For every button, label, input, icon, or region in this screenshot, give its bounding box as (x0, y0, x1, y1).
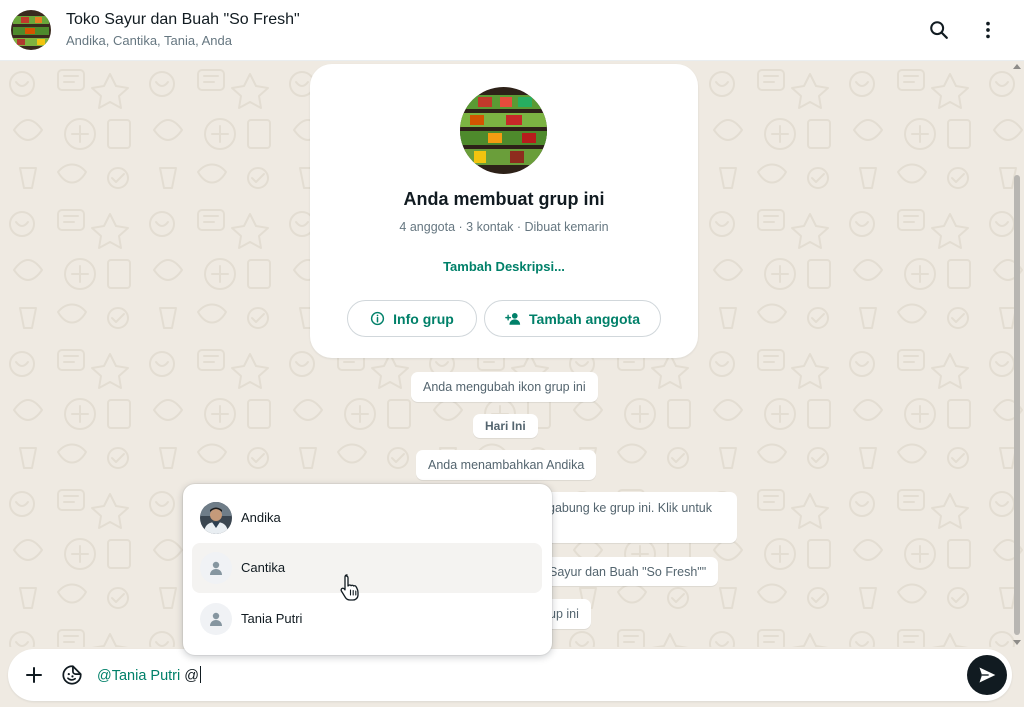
mention-option-name: Tania Putri (241, 611, 303, 626)
scroll-down-arrow[interactable] (1013, 640, 1021, 645)
mention-option-cantika[interactable]: Cantika (192, 543, 542, 593)
mention-suggestion-list: Andika Cantika Tania Putri (183, 484, 552, 655)
add-description-link[interactable]: Tambah Deskripsi... (310, 259, 698, 274)
send-icon (979, 667, 996, 683)
system-message-text: gabung ke grup ini. Klik untuk (548, 501, 712, 515)
system-message[interactable]: gabung ke grup ini. Klik untuk (524, 492, 737, 543)
group-info-button[interactable]: Info grup (347, 300, 477, 337)
info-icon (371, 311, 385, 326)
add-member-label: Tambah anggota (529, 310, 640, 327)
person-icon (210, 561, 222, 575)
composer: @Tania Putri @ (0, 647, 1024, 707)
chat-header: Toko Sayur dan Buah "So Fresh" Andika, C… (0, 0, 1024, 61)
add-person-icon (505, 312, 521, 325)
sticker-icon (62, 665, 82, 685)
menu-button[interactable] (974, 16, 1002, 44)
card-title: Anda membuat grup ini (403, 189, 605, 209)
message-input[interactable]: @Tania Putri @ (97, 666, 201, 684)
avatar (200, 552, 232, 584)
date-badge: Hari Ini (473, 414, 538, 438)
group-info-card: Anda membuat grup ini 4 anggota · 3 kont… (310, 64, 698, 358)
plus-icon (26, 667, 42, 683)
text-caret (199, 666, 201, 683)
user-photo-avatar (200, 502, 232, 534)
system-message-text: up ini (549, 607, 579, 621)
add-member-button[interactable]: Tambah anggota (484, 300, 661, 337)
system-message: Anda menambahkan Andika (416, 450, 597, 480)
produce-shelf-image (11, 10, 51, 50)
system-message-text: Sayur dan Buah "So Fresh"" (549, 564, 707, 579)
send-button[interactable] (967, 655, 1007, 695)
sticker-button[interactable] (60, 663, 84, 687)
mention-option-name: Cantika (241, 560, 286, 575)
mention-option-name: Andika (241, 510, 281, 525)
mention-option-tania-putri[interactable]: Tania Putri (192, 594, 542, 644)
message-input-bar[interactable]: @Tania Putri @ (8, 649, 1012, 701)
more-vertical-icon (986, 21, 990, 39)
typed-text: @ (180, 668, 199, 684)
scroll-up-arrow[interactable] (1013, 64, 1021, 69)
date-badge-text: Hari Ini (485, 419, 526, 433)
produce-shelf-image (460, 87, 547, 174)
system-message-text: Anda mengubah ikon grup ini (423, 380, 586, 394)
system-message: Sayur dan Buah "So Fresh"" (530, 557, 719, 586)
avatar (200, 603, 232, 635)
system-message-text: Anda menambahkan Andika (428, 458, 585, 472)
person-icon (210, 612, 222, 626)
group-members: Andika, Cantika, Tania, Anda (66, 33, 232, 48)
group-avatar-large[interactable] (460, 87, 547, 174)
mention-option-andika[interactable]: Andika (192, 493, 542, 543)
search-button[interactable] (925, 16, 953, 44)
system-message: Anda mengubah ikon grup ini (411, 372, 598, 402)
scrollbar[interactable] (1012, 62, 1022, 648)
scroll-thumb[interactable] (1014, 175, 1020, 635)
avatar (200, 502, 232, 534)
card-subtitle: 4 anggota · 3 kontak · Dibuat kemarin (399, 220, 609, 234)
group-avatar[interactable] (11, 10, 51, 50)
group-title[interactable]: Toko Sayur dan Buah "So Fresh" (66, 11, 300, 29)
group-info-label: Info grup (393, 310, 454, 327)
hand-cursor-icon (339, 574, 361, 607)
attach-button[interactable] (22, 663, 46, 687)
mention-chip: @Tania Putri (97, 668, 181, 684)
search-icon (930, 21, 948, 39)
